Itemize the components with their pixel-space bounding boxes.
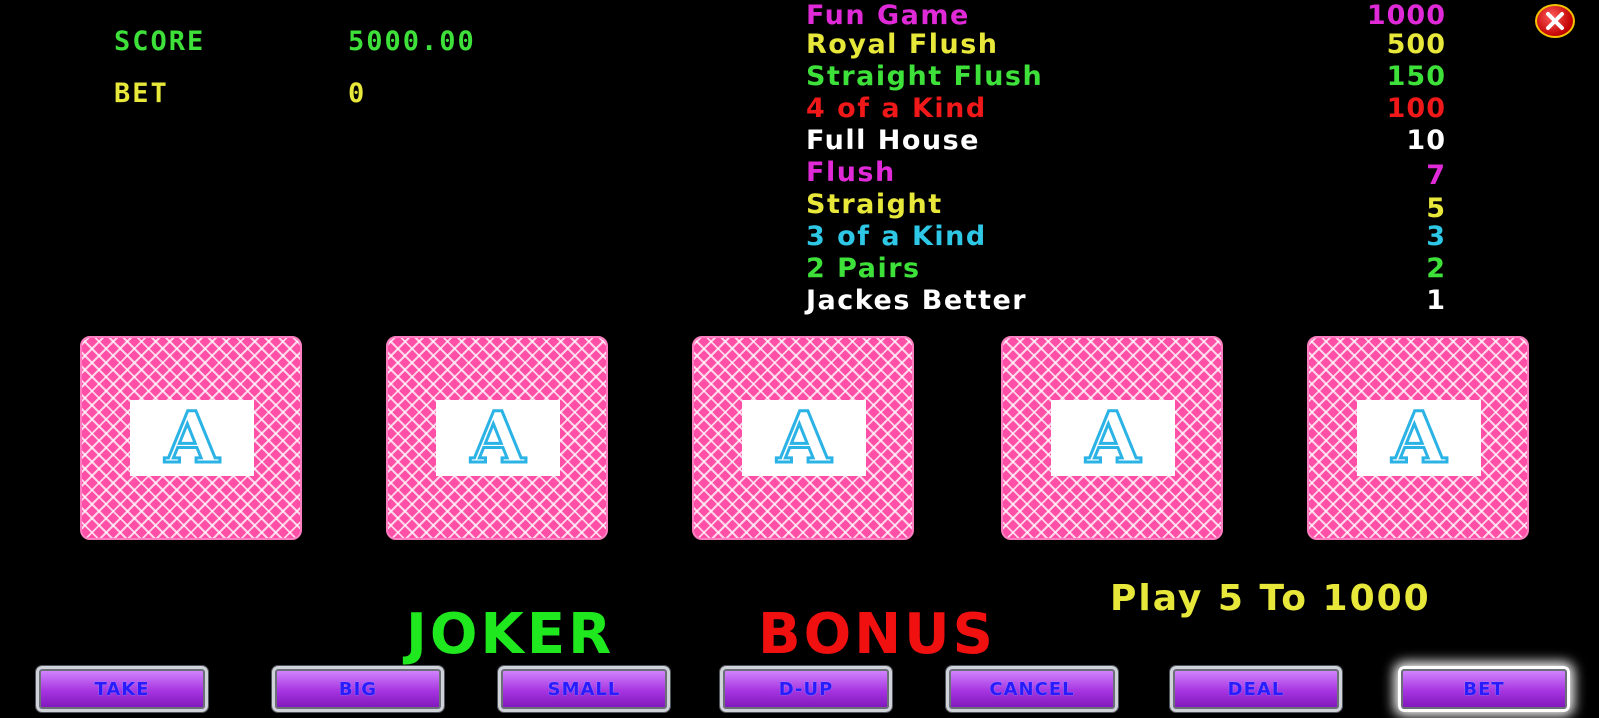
cancel-button[interactable]: CANCEL: [946, 666, 1118, 712]
d-up-button[interactable]: D-UP: [720, 666, 892, 712]
paytable-name: Straight: [806, 189, 943, 220]
paytable-value: 10: [1406, 125, 1446, 156]
bet-button[interactable]: BET: [1398, 666, 1570, 712]
deal-button[interactable]: DEAL: [1170, 666, 1342, 712]
card-rank: A: [469, 396, 526, 479]
paytable-value: 3: [1426, 221, 1446, 252]
paytable-name: 4 of a Kind: [806, 93, 987, 124]
card-rank: A: [163, 396, 220, 479]
paytable-value: 500: [1386, 29, 1446, 60]
paytable-name: 2 Pairs: [806, 253, 921, 284]
paytable-value: 150: [1386, 61, 1446, 92]
score-value: 5000.00: [348, 26, 476, 57]
card-5[interactable]: A: [1307, 336, 1529, 540]
card-2[interactable]: A: [386, 336, 608, 540]
small-button[interactable]: SMALL: [498, 666, 670, 712]
score-label: SCORE: [114, 26, 206, 57]
bet-label: BET: [114, 78, 169, 109]
paytable-name: 3 of a Kind: [806, 221, 987, 252]
play-range-text: Play 5 To 1000: [1110, 578, 1431, 619]
title-bonus: BONUS: [758, 602, 996, 667]
paytable-name: Flush: [806, 157, 896, 188]
bet-value: 0: [348, 78, 367, 109]
paytable-value: 7: [1426, 160, 1446, 191]
paytable-value: 1: [1426, 285, 1446, 316]
paytable-name: Full House: [806, 125, 980, 156]
close-button[interactable]: [1535, 4, 1575, 38]
paytable-name: Fun Game: [806, 0, 970, 31]
close-icon: [1546, 12, 1564, 30]
paytable-value: 100: [1386, 93, 1446, 124]
paytable-name: Royal Flush: [806, 29, 999, 60]
card-3[interactable]: A: [692, 336, 914, 540]
paytable-name: Straight Flush: [806, 61, 1044, 92]
paytable-value: 1000: [1366, 0, 1446, 31]
title-joker: JOKER: [406, 602, 615, 667]
card-rank: A: [1084, 396, 1141, 479]
big-button[interactable]: BIG: [272, 666, 444, 712]
paytable-value: 2: [1426, 253, 1446, 284]
card-4[interactable]: A: [1001, 336, 1223, 540]
card-rank: A: [775, 396, 832, 479]
card-1[interactable]: A: [80, 336, 302, 540]
paytable-name: Jackes Better: [806, 285, 1028, 316]
take-button[interactable]: TAKE: [36, 666, 208, 712]
card-rank: A: [1390, 396, 1447, 479]
